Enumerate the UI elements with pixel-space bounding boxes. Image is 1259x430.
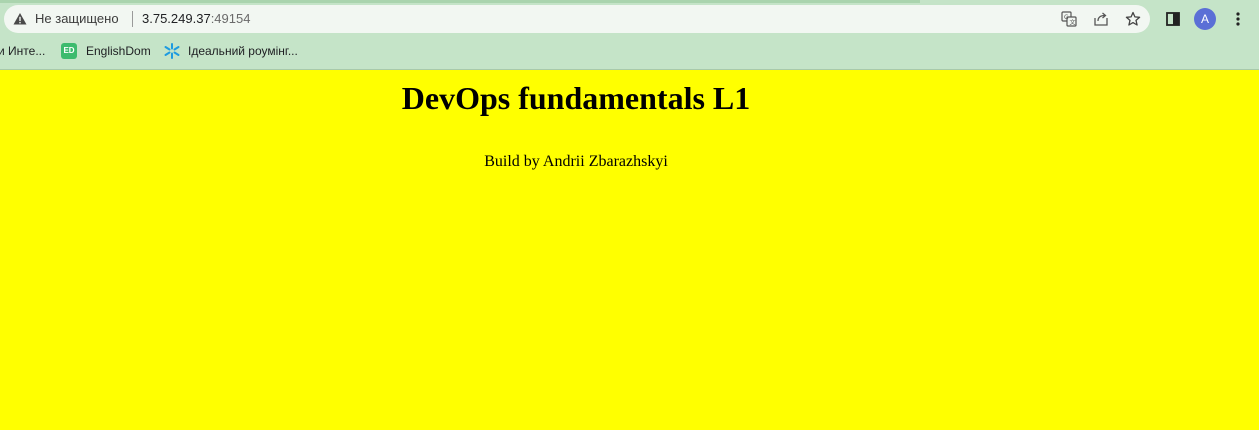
- warning-triangle-icon[interactable]: [13, 12, 27, 26]
- bookmarks-bar: и Инте... ED EnglishDom Ідеальний роумін…: [0, 40, 1259, 62]
- svg-text:文: 文: [1070, 19, 1076, 27]
- bookmark-label: Ідеальний роумінг...: [188, 44, 298, 58]
- browser-chrome: Не защищено 3.75.249.37:49154 G 文 A и Ин…: [0, 0, 1259, 70]
- kyivstar-logo-icon: [164, 43, 180, 59]
- svg-text:G: G: [1064, 14, 1069, 21]
- url-text[interactable]: 3.75.249.37:49154: [142, 11, 250, 27]
- share-icon[interactable]: [1092, 10, 1110, 28]
- profile-avatar[interactable]: A: [1194, 8, 1216, 30]
- page-viewport: DevOps fundamentals L1 Build by Andrii Z…: [0, 70, 1259, 430]
- page-title: DevOps fundamentals L1: [401, 80, 751, 116]
- kebab-menu-icon[interactable]: [1227, 8, 1249, 30]
- star-icon[interactable]: [1124, 10, 1142, 28]
- tab-strip: [0, 0, 920, 3]
- bookmark-item-roaming[interactable]: Ідеальний роумінг...: [163, 42, 298, 60]
- url-port: :49154: [210, 11, 251, 26]
- englishdom-logo-icon: ED: [61, 43, 77, 59]
- security-status-label[interactable]: Не защищено: [35, 11, 119, 27]
- translate-icon[interactable]: G 文: [1060, 10, 1078, 28]
- bookmark-label: и Инте...: [0, 44, 46, 58]
- bookmark-label: EnglishDom: [86, 44, 151, 58]
- side-panel-icon[interactable]: [1162, 8, 1184, 30]
- url-separator: [132, 11, 133, 27]
- url-host: 3.75.249.37: [142, 11, 211, 26]
- bookmark-item-englishdom[interactable]: ED EnglishDom: [61, 42, 151, 60]
- bookmark-item-1[interactable]: и Инте...: [0, 42, 45, 60]
- author-credit: Build by Andrii Zbarazhskyi: [484, 153, 668, 170]
- address-bar[interactable]: Не защищено 3.75.249.37:49154 G 文: [4, 5, 1150, 33]
